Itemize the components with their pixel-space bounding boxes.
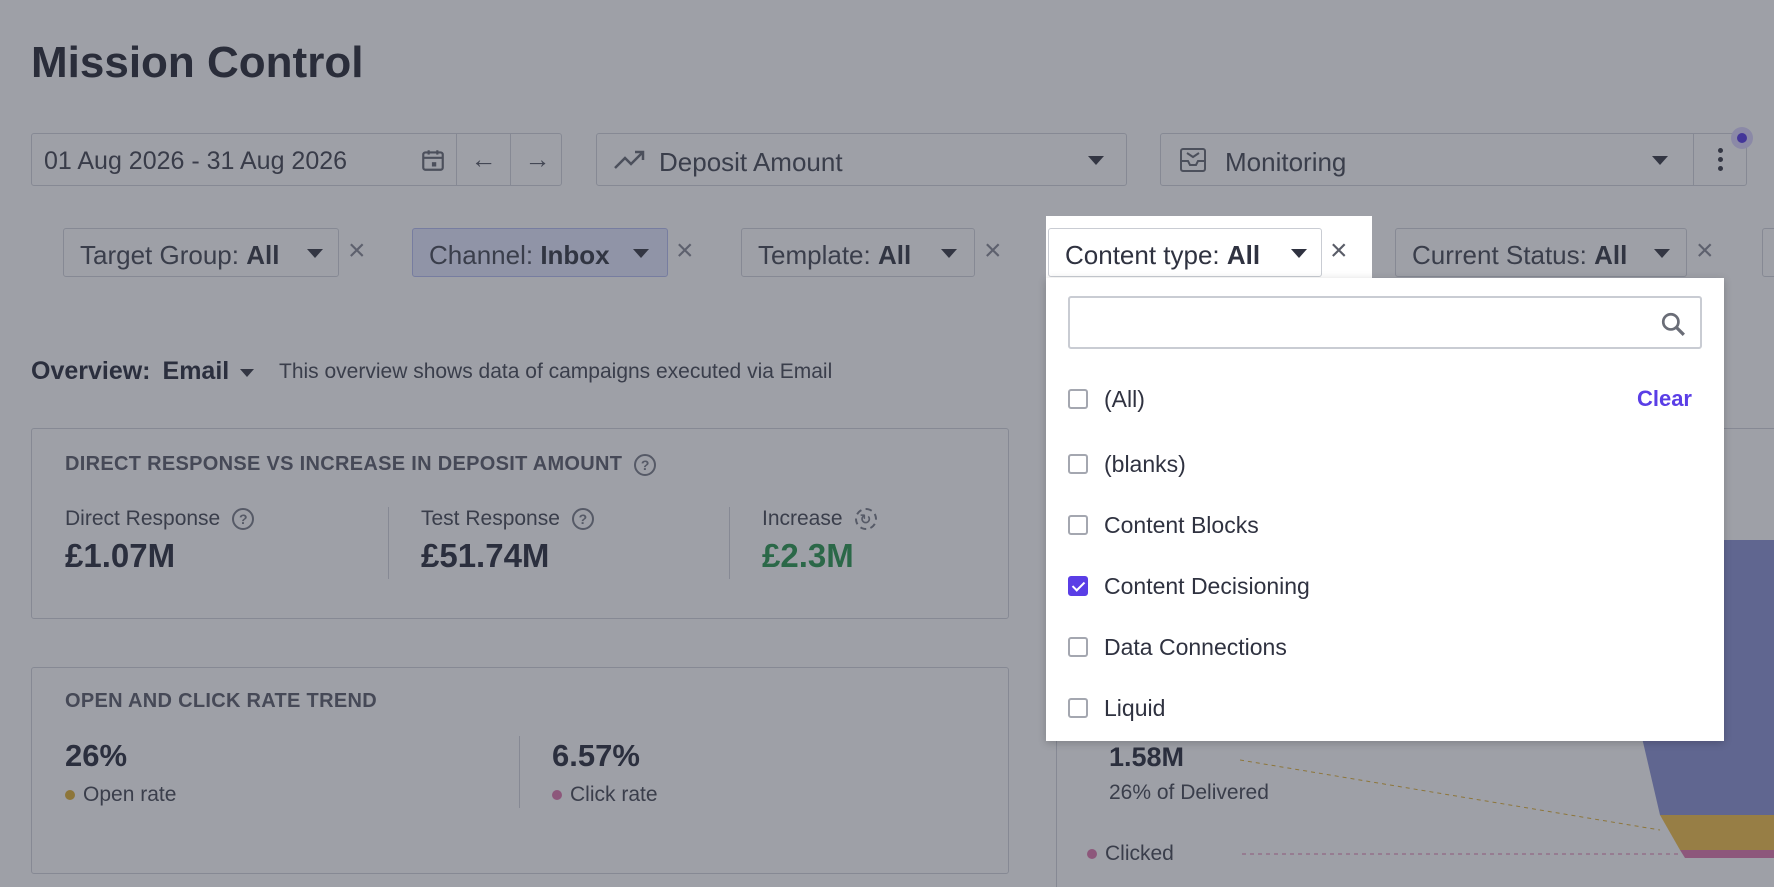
checkbox[interactable] bbox=[1068, 515, 1088, 535]
chevron-down-icon bbox=[1291, 249, 1307, 258]
option-label: Liquid bbox=[1104, 694, 1166, 721]
page: Mission Control 01 Aug 2026 - 31 Aug 202… bbox=[0, 0, 1774, 887]
search-input[interactable] bbox=[1068, 296, 1702, 349]
clear-filter-icon[interactable]: × bbox=[1330, 236, 1348, 266]
filter-label: Content type: bbox=[1065, 240, 1220, 270]
option-label: Data Connections bbox=[1104, 633, 1287, 660]
option-label: (All) bbox=[1104, 385, 1145, 412]
checkbox[interactable] bbox=[1068, 454, 1088, 474]
option-label: (blanks) bbox=[1104, 450, 1186, 477]
option-blanks[interactable]: (blanks) bbox=[1068, 446, 1702, 482]
option-liquid[interactable]: Liquid bbox=[1068, 690, 1702, 726]
search-icon[interactable] bbox=[1660, 311, 1686, 337]
option-content-decisioning[interactable]: Content Decisioning bbox=[1068, 568, 1702, 604]
checkbox[interactable] bbox=[1068, 389, 1088, 409]
checkbox[interactable] bbox=[1068, 637, 1088, 657]
clear-button[interactable]: Clear bbox=[1637, 386, 1692, 412]
filter-content-type[interactable]: Content type: All bbox=[1048, 228, 1322, 277]
checkbox[interactable] bbox=[1068, 698, 1088, 718]
option-data-connections[interactable]: Data Connections bbox=[1068, 629, 1702, 665]
option-label: Content Blocks bbox=[1104, 511, 1259, 538]
option-content-blocks[interactable]: Content Blocks bbox=[1068, 507, 1702, 543]
content-type-dropdown: (All) Clear (blanks) Content Blocks Cont… bbox=[1046, 278, 1724, 741]
option-label: Content Decisioning bbox=[1104, 572, 1310, 599]
checkbox-checked[interactable] bbox=[1068, 576, 1088, 596]
option-all[interactable]: (All) Clear bbox=[1068, 381, 1702, 417]
filter-value: All bbox=[1226, 240, 1261, 270]
